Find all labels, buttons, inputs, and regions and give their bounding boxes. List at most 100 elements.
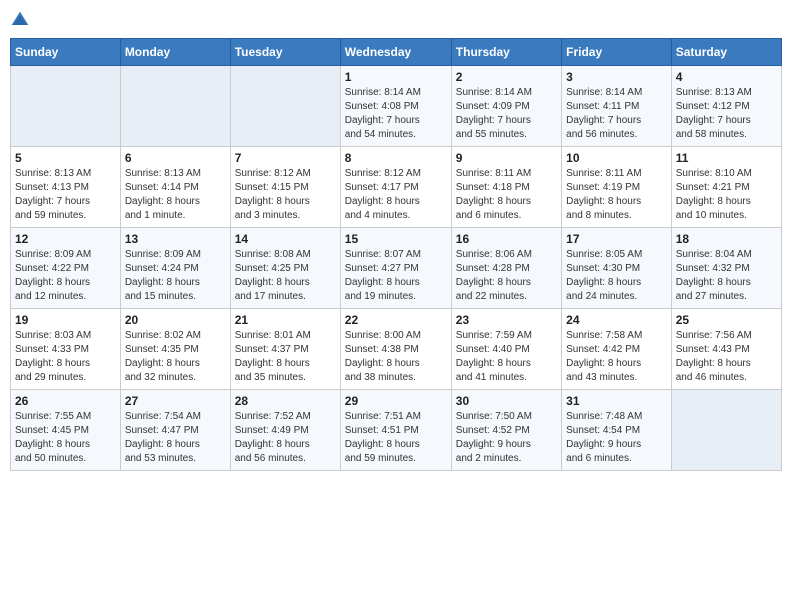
day-number: 17 (566, 232, 667, 246)
cell-content: Sunrise: 8:13 AM Sunset: 4:12 PM Dayligh… (676, 86, 777, 142)
cell-content: Sunrise: 7:48 AM Sunset: 4:54 PM Dayligh… (566, 410, 667, 466)
calendar-cell (11, 66, 121, 147)
calendar-cell (120, 66, 230, 147)
column-header-saturday: Saturday (671, 39, 781, 66)
cell-content: Sunrise: 8:02 AM Sunset: 4:35 PM Dayligh… (125, 329, 226, 385)
calendar-cell: 15 Sunrise: 8:07 AM Sunset: 4:27 PM Dayli… (340, 228, 451, 309)
cell-content: Sunrise: 8:11 AM Sunset: 4:18 PM Dayligh… (456, 167, 557, 223)
calendar-week-row: 12 Sunrise: 8:09 AM Sunset: 4:22 PM Dayli… (11, 228, 782, 309)
calendar-cell: 1 Sunrise: 8:14 AM Sunset: 4:08 PM Daylig… (340, 66, 451, 147)
day-number: 26 (15, 394, 116, 408)
day-number: 23 (456, 313, 557, 327)
cell-content: Sunrise: 8:04 AM Sunset: 4:32 PM Dayligh… (676, 248, 777, 304)
calendar-cell: 10 Sunrise: 8:11 AM Sunset: 4:19 PM Dayli… (562, 147, 672, 228)
day-number: 2 (456, 70, 557, 84)
logo (10, 10, 34, 30)
calendar-cell: 27 Sunrise: 7:54 AM Sunset: 4:47 PM Dayli… (120, 390, 230, 471)
day-number: 19 (15, 313, 116, 327)
day-number: 11 (676, 151, 777, 165)
calendar-cell (671, 390, 781, 471)
day-number: 20 (125, 313, 226, 327)
column-header-thursday: Thursday (451, 39, 561, 66)
calendar-cell: 3 Sunrise: 8:14 AM Sunset: 4:11 PM Daylig… (562, 66, 672, 147)
cell-content: Sunrise: 8:07 AM Sunset: 4:27 PM Dayligh… (345, 248, 447, 304)
calendar-cell: 22 Sunrise: 8:00 AM Sunset: 4:38 PM Dayli… (340, 309, 451, 390)
calendar-cell: 30Sunrise: 7:50 AM Sunset: 4:52 PM Dayli… (451, 390, 561, 471)
day-number: 24 (566, 313, 667, 327)
calendar-week-row: 26 Sunrise: 7:55 AM Sunset: 4:45 PM Dayli… (11, 390, 782, 471)
calendar-table: SundayMondayTuesdayWednesdayThursdayFrid… (10, 38, 782, 471)
calendar-cell: 4 Sunrise: 8:13 AM Sunset: 4:12 PM Daylig… (671, 66, 781, 147)
day-number: 4 (676, 70, 777, 84)
cell-content: Sunrise: 8:09 AM Sunset: 4:22 PM Dayligh… (15, 248, 116, 304)
calendar-cell: 17 Sunrise: 8:05 AM Sunset: 4:30 PM Dayli… (562, 228, 672, 309)
calendar-week-row: 5Sunrise: 8:13 AM Sunset: 4:13 PM Daylig… (11, 147, 782, 228)
cell-content: Sunrise: 8:14 AM Sunset: 4:11 PM Dayligh… (566, 86, 667, 142)
calendar-cell: 2 Sunrise: 8:14 AM Sunset: 4:09 PM Daylig… (451, 66, 561, 147)
cell-content: Sunrise: 7:54 AM Sunset: 4:47 PM Dayligh… (125, 410, 226, 466)
day-number: 21 (235, 313, 336, 327)
day-number: 12 (15, 232, 116, 246)
calendar-cell: 5Sunrise: 8:13 AM Sunset: 4:13 PM Daylig… (11, 147, 121, 228)
day-number: 27 (125, 394, 226, 408)
calendar-cell: 8 Sunrise: 8:12 AM Sunset: 4:17 PM Daylig… (340, 147, 451, 228)
calendar-cell (230, 66, 340, 147)
calendar-cell: 23Sunrise: 7:59 AM Sunset: 4:40 PM Dayli… (451, 309, 561, 390)
day-number: 14 (235, 232, 336, 246)
calendar-cell: 21 Sunrise: 8:01 AM Sunset: 4:37 PM Dayli… (230, 309, 340, 390)
day-number: 10 (566, 151, 667, 165)
column-header-tuesday: Tuesday (230, 39, 340, 66)
day-number: 31 (566, 394, 667, 408)
day-number: 29 (345, 394, 447, 408)
cell-content: Sunrise: 7:56 AM Sunset: 4:43 PM Dayligh… (676, 329, 777, 385)
calendar-cell: 25 Sunrise: 7:56 AM Sunset: 4:43 PM Dayli… (671, 309, 781, 390)
day-number: 9 (456, 151, 557, 165)
cell-content: Sunrise: 7:51 AM Sunset: 4:51 PM Dayligh… (345, 410, 447, 466)
calendar-cell: 12 Sunrise: 8:09 AM Sunset: 4:22 PM Dayli… (11, 228, 121, 309)
cell-content: Sunrise: 8:14 AM Sunset: 4:08 PM Dayligh… (345, 86, 447, 142)
day-number: 6 (125, 151, 226, 165)
day-number: 8 (345, 151, 447, 165)
calendar-cell: 18Sunrise: 8:04 AM Sunset: 4:32 PM Dayli… (671, 228, 781, 309)
cell-content: Sunrise: 8:12 AM Sunset: 4:17 PM Dayligh… (345, 167, 447, 223)
calendar-cell: 24Sunrise: 7:58 AM Sunset: 4:42 PM Dayli… (562, 309, 672, 390)
calendar-cell: 13 Sunrise: 8:09 AM Sunset: 4:24 PM Dayli… (120, 228, 230, 309)
calendar-cell: 6Sunrise: 8:13 AM Sunset: 4:14 PM Daylig… (120, 147, 230, 228)
day-number: 3 (566, 70, 667, 84)
cell-content: Sunrise: 8:13 AM Sunset: 4:13 PM Dayligh… (15, 167, 116, 223)
column-header-sunday: Sunday (11, 39, 121, 66)
cell-content: Sunrise: 8:06 AM Sunset: 4:28 PM Dayligh… (456, 248, 557, 304)
day-number: 25 (676, 313, 777, 327)
day-number: 15 (345, 232, 447, 246)
logo-icon (10, 10, 30, 30)
column-header-friday: Friday (562, 39, 672, 66)
cell-content: Sunrise: 8:08 AM Sunset: 4:25 PM Dayligh… (235, 248, 336, 304)
day-number: 30 (456, 394, 557, 408)
cell-content: Sunrise: 8:05 AM Sunset: 4:30 PM Dayligh… (566, 248, 667, 304)
cell-content: Sunrise: 7:52 AM Sunset: 4:49 PM Dayligh… (235, 410, 336, 466)
cell-content: Sunrise: 8:09 AM Sunset: 4:24 PM Dayligh… (125, 248, 226, 304)
header (10, 10, 782, 30)
calendar-week-row: 1 Sunrise: 8:14 AM Sunset: 4:08 PM Daylig… (11, 66, 782, 147)
cell-content: Sunrise: 8:11 AM Sunset: 4:19 PM Dayligh… (566, 167, 667, 223)
calendar-cell: 11Sunrise: 8:10 AM Sunset: 4:21 PM Dayli… (671, 147, 781, 228)
calendar-header-row: SundayMondayTuesdayWednesdayThursdayFrid… (11, 39, 782, 66)
day-number: 22 (345, 313, 447, 327)
cell-content: Sunrise: 8:03 AM Sunset: 4:33 PM Dayligh… (15, 329, 116, 385)
day-number: 16 (456, 232, 557, 246)
cell-content: Sunrise: 8:01 AM Sunset: 4:37 PM Dayligh… (235, 329, 336, 385)
calendar-cell: 28Sunrise: 7:52 AM Sunset: 4:49 PM Dayli… (230, 390, 340, 471)
cell-content: Sunrise: 8:00 AM Sunset: 4:38 PM Dayligh… (345, 329, 447, 385)
calendar-cell: 29 Sunrise: 7:51 AM Sunset: 4:51 PM Dayli… (340, 390, 451, 471)
day-number: 7 (235, 151, 336, 165)
day-number: 13 (125, 232, 226, 246)
column-header-monday: Monday (120, 39, 230, 66)
cell-content: Sunrise: 8:14 AM Sunset: 4:09 PM Dayligh… (456, 86, 557, 142)
calendar-cell: 19 Sunrise: 8:03 AM Sunset: 4:33 PM Dayli… (11, 309, 121, 390)
calendar-cell: 26 Sunrise: 7:55 AM Sunset: 4:45 PM Dayli… (11, 390, 121, 471)
column-header-wednesday: Wednesday (340, 39, 451, 66)
day-number: 1 (345, 70, 447, 84)
calendar-cell: 16 Sunrise: 8:06 AM Sunset: 4:28 PM Dayli… (451, 228, 561, 309)
cell-content: Sunrise: 7:55 AM Sunset: 4:45 PM Dayligh… (15, 410, 116, 466)
calendar-cell: 9 Sunrise: 8:11 AM Sunset: 4:18 PM Daylig… (451, 147, 561, 228)
